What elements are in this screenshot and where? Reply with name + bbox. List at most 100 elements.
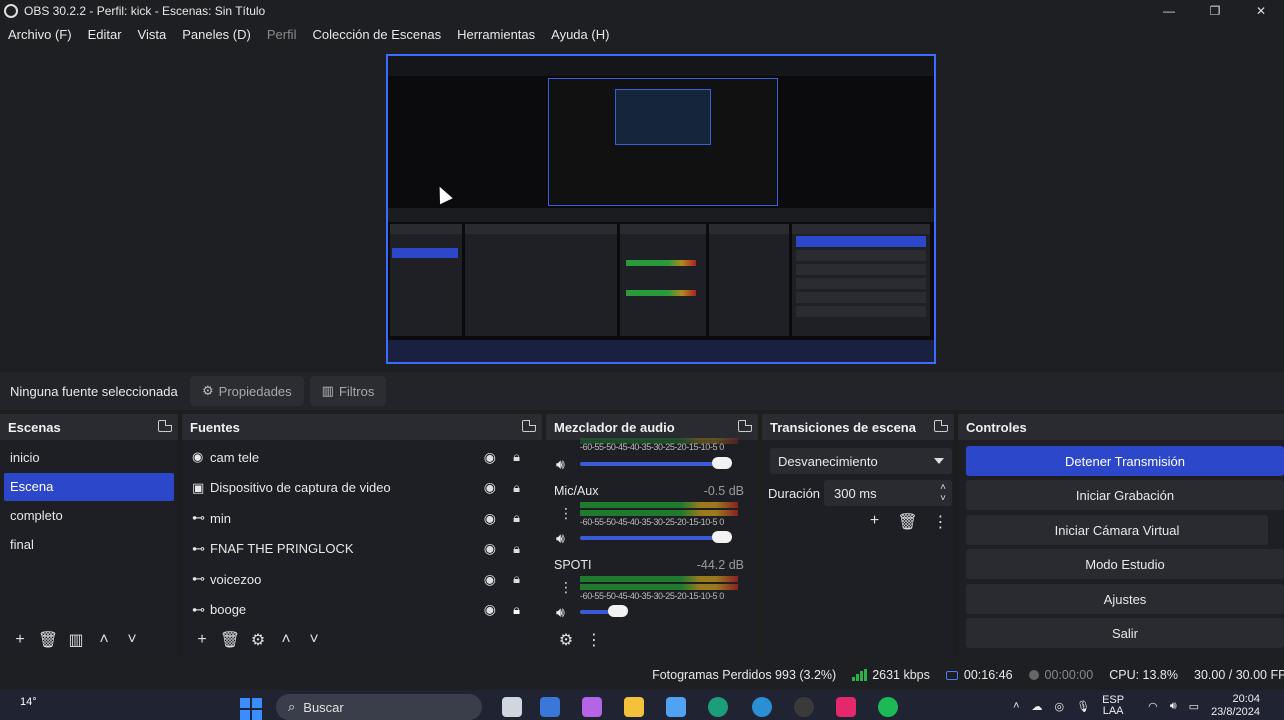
taskbar-search[interactable]: ⌕ Buscar [276,694,482,720]
start-recording-button[interactable]: Iniciar Grabación [966,480,1284,510]
task-view-icon[interactable] [502,697,522,717]
volume-slider[interactable] [580,457,732,469]
source-item[interactable]: ⊷ voicezoo ◉ 🔒︎ [182,564,542,595]
preview-nested-taskbar [388,340,934,362]
settings-button[interactable]: Ajustes [966,584,1284,614]
channel-menu-icon[interactable]: ⋮ [558,504,574,522]
menu-archivo[interactable]: Archivo (F) [8,27,72,42]
lock-icon[interactable]: 🔒︎ [513,480,520,496]
speaker-icon[interactable]: 🔊︎ [556,604,565,621]
close-button[interactable]: ✕ [1238,0,1284,22]
gear-icon: ⚙ [202,383,214,398]
transition-menu-icon[interactable]: ⋮ [924,512,957,532]
tray-chevron-icon[interactable]: ˄ [1013,700,1019,712]
volume-slider[interactable] [580,605,628,617]
lock-icon[interactable]: 🔒︎ [513,602,520,618]
duration-input[interactable]: 300 ms ˄ ˅ [824,480,952,506]
source-item[interactable]: ⊷ FNAF THE PRINGLOCK ◉ 🔒︎ [182,534,542,565]
store-icon[interactable] [540,697,560,717]
move-down-icon[interactable]: ˅ [118,628,146,652]
source-item[interactable]: ⊷ booge ◉ 🔒︎ [182,595,542,626]
visibility-eye-icon[interactable]: ◉ [484,601,496,618]
stop-streaming-button[interactable]: Detener Transmisión [966,446,1284,476]
visibility-eye-icon[interactable]: ◉ [484,449,496,466]
volume-icon[interactable]: 🔊︎ [1170,700,1177,713]
scene-item[interactable]: inicio [4,444,174,472]
mixer-dock-header: Mezclador de audio [546,414,758,440]
start-virtual-camera-button[interactable]: Iniciar Cámara Virtual [966,515,1268,545]
lock-icon[interactable]: 🔒︎ [513,449,520,465]
move-down-icon[interactable]: ˅ [300,628,328,652]
source-properties-gear-icon[interactable]: ⚙ [244,628,272,652]
microphone-icon[interactable]: 🎙︎ [1076,700,1090,713]
battery-icon[interactable]: ▭ [1189,700,1199,713]
undock-icon[interactable] [158,420,172,432]
remove-scene-icon[interactable]: 🗑 [34,628,62,652]
scene-filters-icon[interactable]: ▥ [62,628,90,652]
edge-icon[interactable] [708,697,728,717]
tiktok-icon[interactable] [836,697,856,717]
undock-icon[interactable] [738,420,752,432]
volume-slider-knob[interactable] [712,457,732,469]
maximize-button[interactable]: ❐ [1192,0,1238,22]
properties-button[interactable]: ⚙ Propiedades [190,376,304,406]
undock-icon[interactable] [934,420,948,432]
menu-vista[interactable]: Vista [138,27,167,42]
transition-select[interactable]: Desvanecimiento [770,448,952,474]
add-scene-icon[interactable]: + [6,628,34,652]
speaker-icon[interactable]: 🔊︎ [556,456,565,473]
volume-slider[interactable] [580,531,732,543]
clock[interactable]: 20:04 23/8/2024 [1211,693,1272,719]
exit-button[interactable]: Salir [966,618,1284,648]
wifi-icon[interactable]: ◠ [1148,700,1158,713]
lock-icon[interactable]: 🔒︎ [513,541,520,557]
menu-herramientas[interactable]: Herramientas [457,27,535,42]
filters-button[interactable]: ▥ Filtros [309,376,387,406]
visibility-eye-icon[interactable]: ◉ [484,571,496,588]
obs-taskbar-icon[interactable] [794,697,814,717]
windows-start-icon[interactable] [240,698,262,720]
speaker-icon[interactable]: 🔊︎ [556,530,565,547]
file-explorer-icon[interactable] [624,697,644,717]
scene-item[interactable]: final [4,531,174,559]
program-preview[interactable] [386,54,936,364]
language-indicator[interactable]: ESP LAA [1102,695,1136,717]
channel-menu-icon[interactable]: ⋮ [558,578,574,596]
menu-paneles[interactable]: Paneles (D) [182,27,251,42]
edge-profile-icon[interactable] [752,697,772,717]
move-up-icon[interactable]: ˄ [90,628,118,652]
source-item[interactable]: ▣ Dispositivo de captura de video ◉ 🔒︎ [182,473,542,504]
menu-ayuda[interactable]: Ayuda (H) [551,27,609,42]
lock-icon[interactable]: 🔒︎ [513,571,520,587]
notepad-icon[interactable] [666,697,686,717]
minimize-button[interactable]: — [1146,0,1192,22]
lock-icon[interactable]: 🔒︎ [513,510,520,526]
menu-editar[interactable]: Editar [88,27,122,42]
menu-perfil[interactable]: Perfil [267,27,297,42]
source-item[interactable]: ◉ cam tele ◉ 🔒︎ [182,442,542,473]
copilot-icon[interactable] [582,697,602,717]
menu-coleccion-escenas[interactable]: Colección de Escenas [312,27,441,42]
spinner-arrows-icon[interactable]: ˄ ˅ [940,482,946,504]
scene-item[interactable]: completo [4,502,174,530]
move-up-icon[interactable]: ˄ [272,628,300,652]
weather-widget[interactable]: 14° [20,696,37,708]
tray-app-icon[interactable]: ◎ [1055,700,1065,713]
undock-icon[interactable] [522,420,536,432]
remove-source-icon[interactable]: 🗑 [216,628,244,652]
visibility-eye-icon[interactable]: ◉ [484,479,496,496]
scene-item-selected[interactable]: Escena [4,473,174,501]
spotify-icon[interactable] [878,697,898,717]
mixer-menu-icon[interactable]: ⋮ [580,628,608,652]
add-source-icon[interactable]: + [188,628,216,652]
advanced-audio-gear-icon[interactable]: ⚙ [552,628,580,652]
volume-slider-knob[interactable] [608,605,628,617]
remove-transition-icon[interactable]: 🗑 [891,512,924,532]
visibility-eye-icon[interactable]: ◉ [484,510,496,527]
add-transition-icon[interactable]: + [858,512,891,532]
volume-slider-knob[interactable] [712,531,732,543]
studio-mode-button[interactable]: Modo Estudio [966,549,1284,579]
source-item[interactable]: ⊷ min ◉ 🔒︎ [182,503,542,534]
onedrive-icon[interactable]: ☁ [1032,700,1043,713]
visibility-eye-icon[interactable]: ◉ [484,540,496,557]
